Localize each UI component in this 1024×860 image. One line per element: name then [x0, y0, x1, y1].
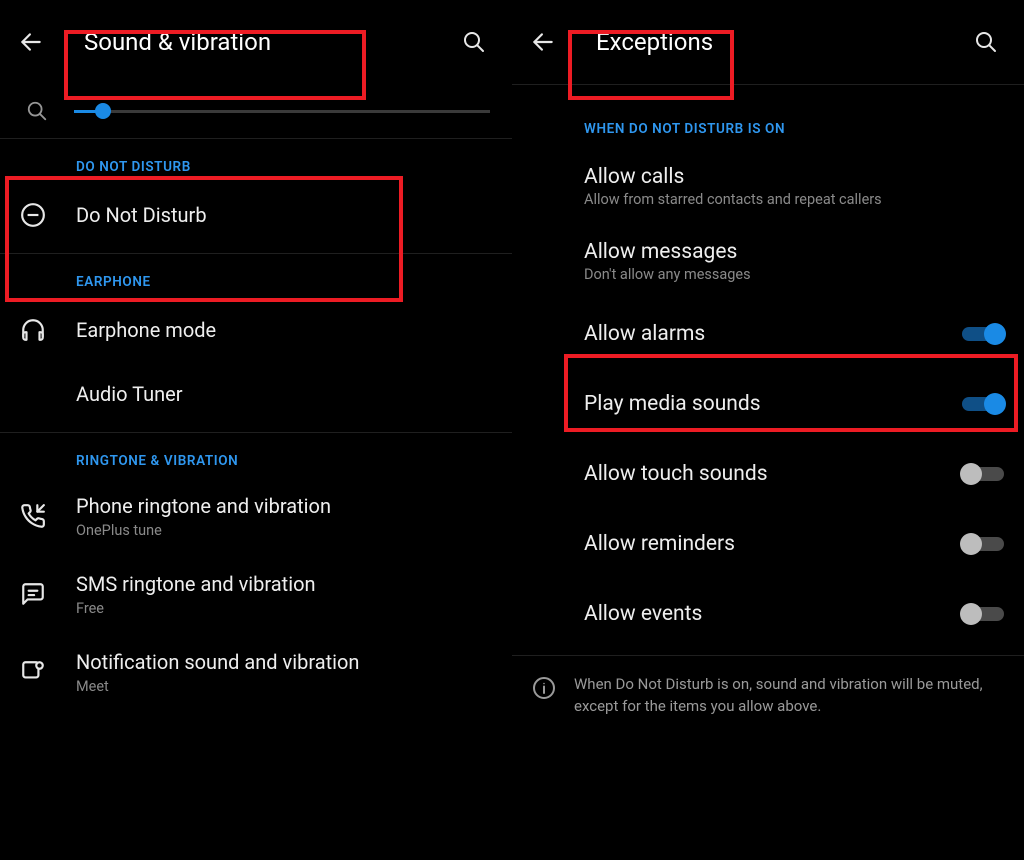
search-icon [462, 30, 486, 54]
arrow-left-icon [18, 29, 44, 55]
allow-events-label: Allow events [584, 602, 962, 626]
phone-incoming-icon [20, 503, 46, 529]
dnd-info-text: When Do Not Disturb is on, sound and vib… [574, 674, 1004, 718]
exceptions-header: Exceptions [512, 0, 1024, 84]
audio-tuner-item[interactable]: Audio Tuner [0, 362, 512, 426]
notification-icon [20, 659, 46, 685]
back-button[interactable] [528, 27, 558, 57]
allow-touch-item[interactable]: Allow touch sounds [512, 439, 1024, 509]
search-icon [22, 96, 52, 126]
sms-ringtone-label: SMS ringtone and vibration [76, 571, 492, 598]
volume-slider-row[interactable] [0, 84, 512, 138]
allow-calls-item[interactable]: Allow calls Allow from starred contacts … [512, 149, 1024, 224]
allow-reminders-item[interactable]: Allow reminders [512, 509, 1024, 579]
sound-vibration-header: Sound & vibration [0, 0, 512, 84]
play-media-label: Play media sounds [584, 392, 962, 416]
notification-sound-label: Notification sound and vibration [76, 649, 492, 676]
volume-slider-track[interactable] [74, 110, 490, 113]
do-not-disturb-item[interactable]: Do Not Disturb [0, 183, 512, 247]
sms-ringtone-sub: Free [76, 600, 492, 617]
arrow-left-icon [530, 29, 556, 55]
allow-alarms-item[interactable]: Allow alarms [512, 299, 1024, 369]
allow-messages-item[interactable]: Allow messages Don't allow any messages [512, 224, 1024, 299]
phone-ringtone-label: Phone ringtone and vibration [76, 493, 492, 520]
section-header-dnd: DO NOT DISTURB [0, 139, 512, 183]
earphone-mode-item[interactable]: Earphone mode [0, 298, 512, 362]
search-button[interactable] [458, 26, 490, 58]
play-media-switch[interactable] [962, 392, 1004, 416]
message-icon [20, 581, 46, 607]
notification-sound-item[interactable]: Notification sound and vibration Meet [0, 633, 512, 711]
allow-messages-sub: Don't allow any messages [584, 266, 1004, 283]
search-icon [974, 30, 998, 54]
exceptions-screen: Exceptions WHEN DO NOT DISTURB IS ON All… [512, 0, 1024, 860]
allow-events-switch[interactable] [962, 602, 1004, 626]
sound-vibration-screen: Sound & vibration DO NOT DISTURB Do [0, 0, 512, 860]
phone-ringtone-sub: OnePlus tune [76, 522, 492, 539]
allow-touch-label: Allow touch sounds [584, 462, 962, 486]
page-title: Sound & vibration [66, 16, 289, 68]
allow-messages-label: Allow messages [584, 240, 1004, 264]
earphone-mode-label: Earphone mode [76, 317, 492, 344]
phone-ringtone-item[interactable]: Phone ringtone and vibration OnePlus tun… [0, 477, 512, 555]
allow-calls-label: Allow calls [584, 165, 1004, 189]
dnd-info-row: When Do Not Disturb is on, sound and vib… [512, 656, 1024, 728]
audio-tuner-label: Audio Tuner [76, 381, 492, 408]
section-header-when-dnd: WHEN DO NOT DISTURB IS ON [512, 85, 1024, 149]
allow-events-item[interactable]: Allow events [512, 579, 1024, 649]
play-media-item[interactable]: Play media sounds [512, 369, 1024, 439]
headphones-icon [20, 317, 46, 343]
do-not-disturb-label: Do Not Disturb [76, 202, 492, 229]
page-title: Exceptions [578, 16, 731, 68]
allow-touch-switch[interactable] [962, 462, 1004, 486]
allow-reminders-label: Allow reminders [584, 532, 962, 556]
allow-reminders-switch[interactable] [962, 532, 1004, 556]
notification-sound-sub: Meet [76, 678, 492, 695]
allow-alarms-switch[interactable] [962, 322, 1004, 346]
allow-alarms-label: Allow alarms [584, 322, 962, 346]
dnd-icon [20, 202, 46, 228]
search-button[interactable] [970, 26, 1002, 58]
section-header-earphone: EARPHONE [0, 254, 512, 298]
volume-slider-knob[interactable] [95, 103, 111, 119]
sms-ringtone-item[interactable]: SMS ringtone and vibration Free [0, 555, 512, 633]
section-header-ringtone: RINGTONE & VIBRATION [0, 433, 512, 477]
allow-calls-sub: Allow from starred contacts and repeat c… [584, 191, 1004, 208]
back-button[interactable] [16, 27, 46, 57]
info-icon [532, 676, 556, 700]
